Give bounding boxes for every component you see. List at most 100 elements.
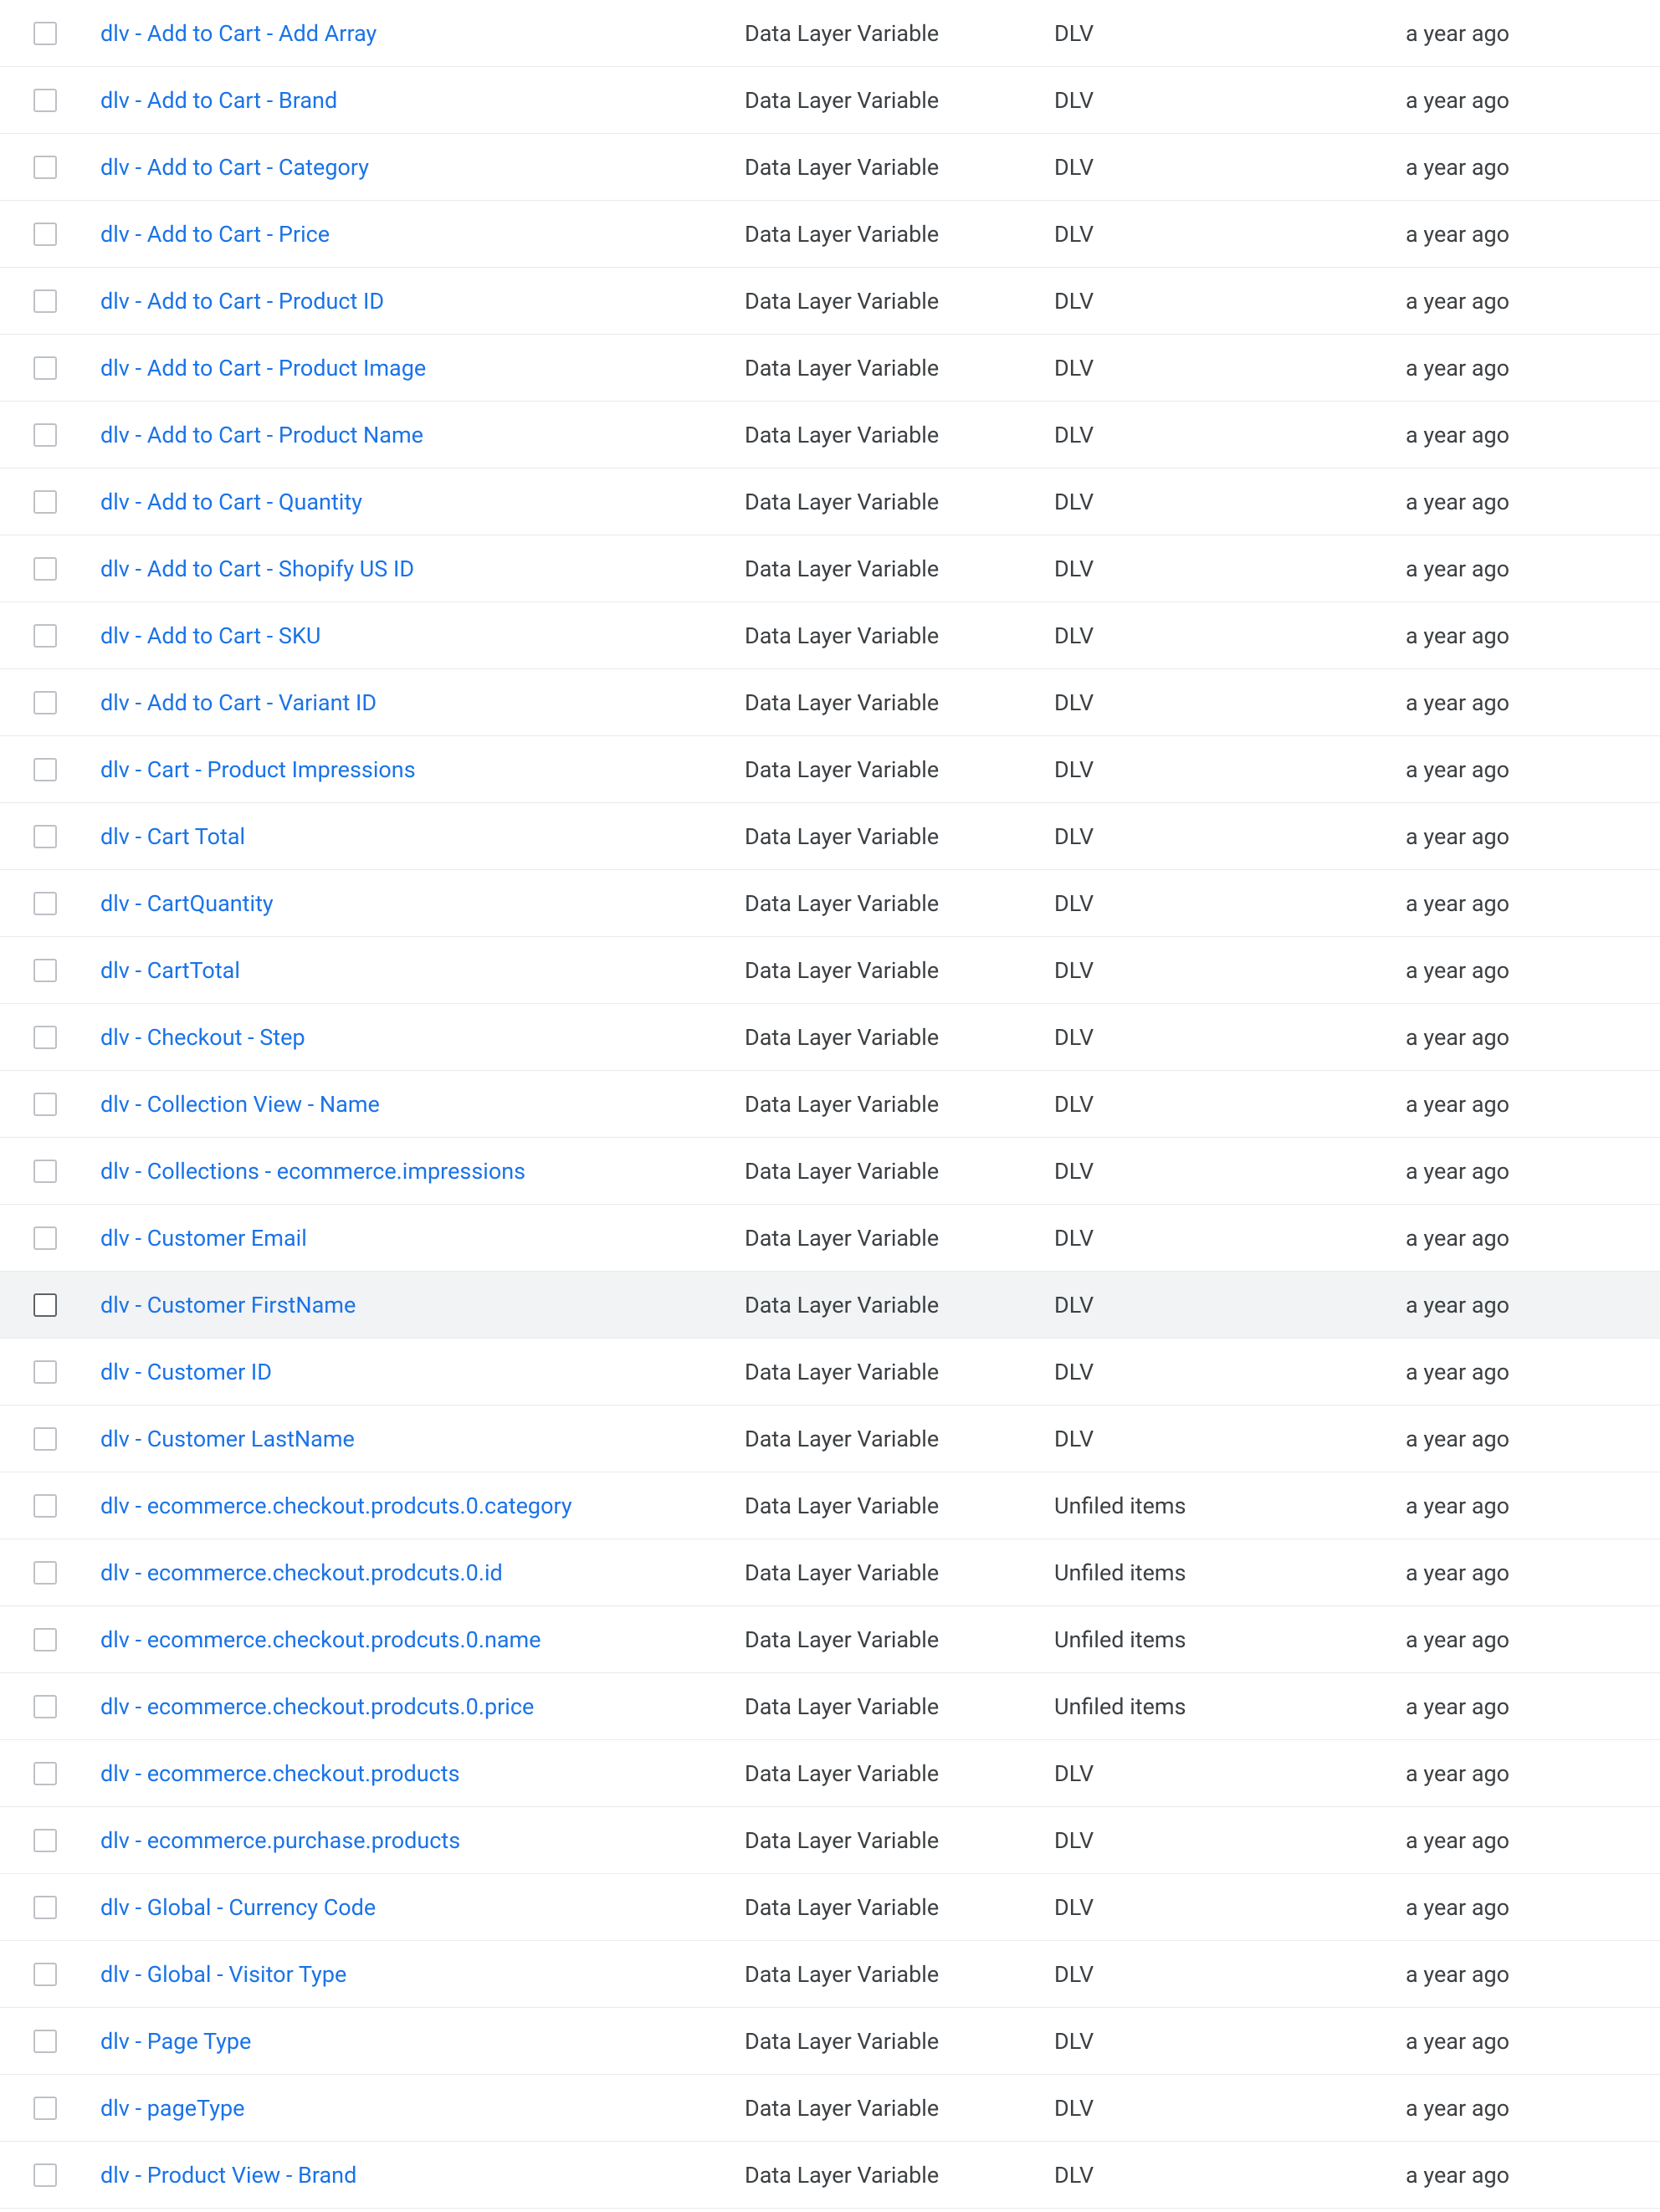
row-checkbox[interactable] bbox=[33, 2097, 57, 2120]
row-checkbox[interactable] bbox=[33, 289, 57, 313]
table-row[interactable]: dlv - Add to Cart - Add ArrayData Layer … bbox=[0, 0, 1660, 67]
table-row[interactable]: dlv - ecommerce.purchase.productsData La… bbox=[0, 1807, 1660, 1874]
variable-link[interactable]: dlv - Collection View - Name bbox=[100, 1091, 380, 1118]
row-checkbox[interactable] bbox=[33, 892, 57, 915]
row-checkbox[interactable] bbox=[33, 2030, 57, 2053]
row-checkbox[interactable] bbox=[33, 1963, 57, 1986]
row-checkbox[interactable] bbox=[33, 959, 57, 982]
row-checkbox[interactable] bbox=[33, 356, 57, 380]
row-checkbox[interactable] bbox=[33, 1226, 57, 1250]
row-checkbox[interactable] bbox=[33, 1293, 57, 1317]
table-row[interactable]: dlv - Collection View - NameData Layer V… bbox=[0, 1071, 1660, 1138]
table-row[interactable]: dlv - Customer IDData Layer VariableDLVa… bbox=[0, 1339, 1660, 1406]
variable-link[interactable]: dlv - pageType bbox=[100, 2095, 244, 2122]
table-row[interactable]: dlv - ecommerce.checkout.prodcuts.0.cate… bbox=[0, 1472, 1660, 1539]
table-row[interactable]: dlv - Add to Cart - PriceData Layer Vari… bbox=[0, 201, 1660, 268]
row-checkbox[interactable] bbox=[33, 423, 57, 447]
variable-link[interactable]: dlv - Add to Cart - Product Name bbox=[100, 422, 423, 448]
row-checkbox[interactable] bbox=[33, 1829, 57, 1852]
row-checkbox[interactable] bbox=[33, 1561, 57, 1585]
table-row[interactable]: dlv - Customer EmailData Layer VariableD… bbox=[0, 1205, 1660, 1272]
variable-link[interactable]: dlv - Add to Cart - Shopify US ID bbox=[100, 556, 414, 582]
table-row[interactable]: dlv - Add to Cart - CategoryData Layer V… bbox=[0, 134, 1660, 201]
table-row[interactable]: dlv - Add to Cart - BrandData Layer Vari… bbox=[0, 67, 1660, 134]
table-row[interactable]: dlv - Checkout - StepData Layer Variable… bbox=[0, 1004, 1660, 1071]
variable-link[interactable]: dlv - Cart Total bbox=[100, 823, 245, 850]
row-checkbox[interactable] bbox=[33, 490, 57, 514]
variable-link[interactable]: dlv - Add to Cart - Quantity bbox=[100, 489, 362, 515]
variable-link[interactable]: dlv - Page Type bbox=[100, 2028, 251, 2055]
variable-link[interactable]: dlv - ecommerce.checkout.prodcuts.0.name bbox=[100, 1626, 541, 1653]
row-checkbox[interactable] bbox=[33, 1628, 57, 1651]
row-checkbox[interactable] bbox=[33, 1762, 57, 1785]
variable-link[interactable]: dlv - Product View - Brand bbox=[100, 2162, 356, 2189]
table-row[interactable]: dlv - ecommerce.checkout.prodcuts.0.name… bbox=[0, 1606, 1660, 1673]
variable-link[interactable]: dlv - Cart - Product Impressions bbox=[100, 756, 416, 783]
variable-link[interactable]: dlv - Add to Cart - Variant ID bbox=[100, 689, 377, 716]
variable-link[interactable]: dlv - Customer ID bbox=[100, 1359, 272, 1385]
variable-link[interactable]: dlv - Add to Cart - Price bbox=[100, 221, 330, 248]
table-row[interactable]: dlv - Global - Currency CodeData Layer V… bbox=[0, 1874, 1660, 1941]
variable-link[interactable]: dlv - Customer Email bbox=[100, 1225, 307, 1252]
checkbox-cell bbox=[33, 825, 100, 848]
row-checkbox[interactable] bbox=[33, 223, 57, 246]
table-row[interactable]: dlv - pageTypeData Layer VariableDLVa ye… bbox=[0, 2075, 1660, 2142]
variable-link[interactable]: dlv - Customer FirstName bbox=[100, 1292, 356, 1318]
table-row[interactable]: dlv - Add to Cart - Product NameData Lay… bbox=[0, 402, 1660, 469]
variable-link[interactable]: dlv - Checkout - Step bbox=[100, 1024, 305, 1051]
row-checkbox[interactable] bbox=[33, 825, 57, 848]
row-checkbox[interactable] bbox=[33, 758, 57, 781]
row-checkbox[interactable] bbox=[33, 1896, 57, 1919]
table-row[interactable]: dlv - Page TypeData Layer VariableDLVa y… bbox=[0, 2008, 1660, 2075]
row-checkbox[interactable] bbox=[33, 22, 57, 45]
table-row[interactable]: dlv - Global - Visitor TypeData Layer Va… bbox=[0, 1941, 1660, 2008]
table-row[interactable]: dlv - ecommerce.checkout.prodcuts.0.pric… bbox=[0, 1673, 1660, 1740]
table-row[interactable]: dlv - Collections - ecommerce.impression… bbox=[0, 1138, 1660, 1205]
table-row[interactable]: dlv - Add to Cart - Variant IDData Layer… bbox=[0, 669, 1660, 736]
variable-link[interactable]: dlv - ecommerce.checkout.products bbox=[100, 1760, 460, 1787]
table-row[interactable]: dlv - Add to Cart - Product ImageData La… bbox=[0, 335, 1660, 402]
table-row[interactable]: dlv - Cart - Product ImpressionsData Lay… bbox=[0, 736, 1660, 803]
table-row[interactable]: dlv - Cart TotalData Layer VariableDLVa … bbox=[0, 803, 1660, 870]
variable-link[interactable]: dlv - CartTotal bbox=[100, 957, 240, 984]
table-row[interactable]: dlv - Add to Cart - SKUData Layer Variab… bbox=[0, 602, 1660, 669]
row-checkbox[interactable] bbox=[33, 557, 57, 581]
variable-link[interactable]: dlv - Global - Currency Code bbox=[100, 1894, 376, 1921]
variable-link[interactable]: dlv - ecommerce.purchase.products bbox=[100, 1827, 460, 1854]
row-checkbox[interactable] bbox=[33, 1360, 57, 1384]
table-row[interactable]: dlv - Add to Cart - Shopify US IDData La… bbox=[0, 535, 1660, 602]
table-row[interactable]: dlv - Add to Cart - Product IDData Layer… bbox=[0, 268, 1660, 335]
row-checkbox[interactable] bbox=[33, 1494, 57, 1518]
variable-link[interactable]: dlv - ecommerce.checkout.prodcuts.0.cate… bbox=[100, 1493, 572, 1519]
row-checkbox[interactable] bbox=[33, 1160, 57, 1183]
variable-link[interactable]: dlv - Add to Cart - Product Image bbox=[100, 355, 426, 381]
table-row[interactable]: dlv - CartTotalData Layer VariableDLVa y… bbox=[0, 937, 1660, 1004]
table-row[interactable]: dlv - ecommerce.checkout.productsData La… bbox=[0, 1740, 1660, 1807]
table-row[interactable]: dlv - Add to Cart - QuantityData Layer V… bbox=[0, 469, 1660, 535]
row-checkbox[interactable] bbox=[33, 89, 57, 112]
variable-link[interactable]: dlv - ecommerce.checkout.prodcuts.0.id bbox=[100, 1559, 503, 1586]
table-row[interactable]: dlv - Product View - BrandData Layer Var… bbox=[0, 2142, 1660, 2209]
row-checkbox[interactable] bbox=[33, 624, 57, 648]
variable-link[interactable]: dlv - ecommerce.checkout.prodcuts.0.pric… bbox=[100, 1693, 534, 1720]
table-row[interactable]: dlv - Customer FirstNameData Layer Varia… bbox=[0, 1272, 1660, 1339]
variable-link[interactable]: dlv - Add to Cart - Product ID bbox=[100, 288, 384, 315]
row-checkbox[interactable] bbox=[33, 1093, 57, 1116]
table-row[interactable]: dlv - Customer LastNameData Layer Variab… bbox=[0, 1406, 1660, 1472]
row-checkbox[interactable] bbox=[33, 691, 57, 714]
variable-link[interactable]: dlv - Global - Visitor Type bbox=[100, 1961, 346, 1988]
variable-link[interactable]: dlv - CartQuantity bbox=[100, 890, 274, 917]
variable-link[interactable]: dlv - Collections - ecommerce.impression… bbox=[100, 1158, 525, 1185]
row-checkbox[interactable] bbox=[33, 2163, 57, 2187]
variable-link[interactable]: dlv - Customer LastName bbox=[100, 1426, 355, 1452]
variable-link[interactable]: dlv - Add to Cart - SKU bbox=[100, 622, 320, 649]
row-checkbox[interactable] bbox=[33, 1695, 57, 1718]
variable-link[interactable]: dlv - Add to Cart - Add Array bbox=[100, 20, 377, 47]
table-row[interactable]: dlv - CartQuantityData Layer VariableDLV… bbox=[0, 870, 1660, 937]
row-checkbox[interactable] bbox=[33, 156, 57, 179]
row-checkbox[interactable] bbox=[33, 1026, 57, 1049]
variable-link[interactable]: dlv - Add to Cart - Category bbox=[100, 154, 369, 181]
variable-link[interactable]: dlv - Add to Cart - Brand bbox=[100, 87, 337, 114]
table-row[interactable]: dlv - ecommerce.checkout.prodcuts.0.idDa… bbox=[0, 1539, 1660, 1606]
row-checkbox[interactable] bbox=[33, 1427, 57, 1451]
